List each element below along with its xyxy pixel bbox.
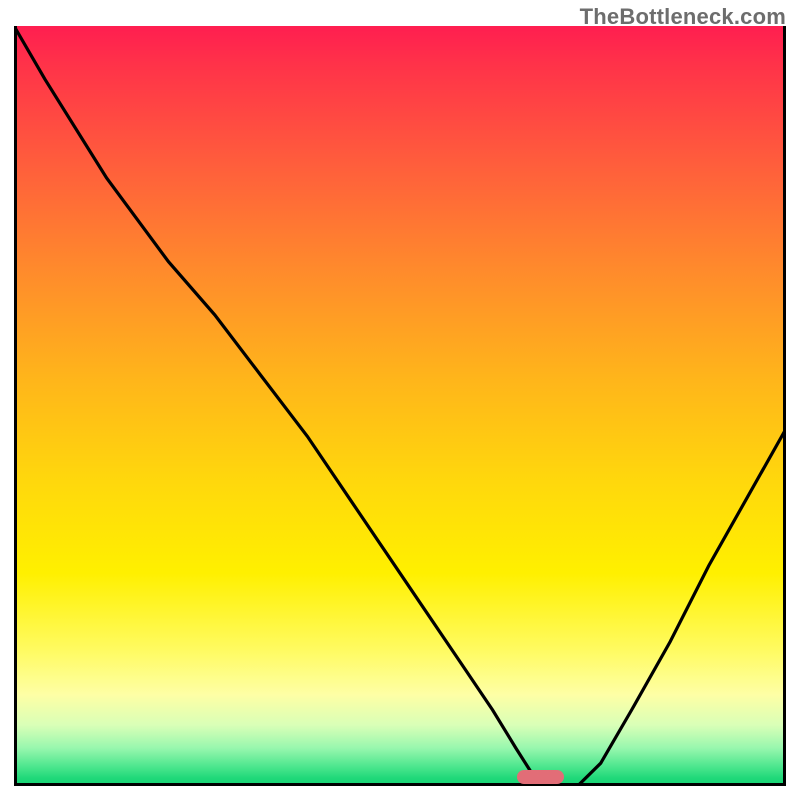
axis-left (14, 26, 17, 786)
watermark-text: TheBottleneck.com (580, 4, 786, 30)
axis-bottom (14, 783, 786, 786)
bottleneck-curve (14, 26, 786, 786)
optimum-marker (517, 770, 563, 784)
axis-right (783, 26, 786, 786)
chart-frame: TheBottleneck.com (0, 0, 800, 800)
